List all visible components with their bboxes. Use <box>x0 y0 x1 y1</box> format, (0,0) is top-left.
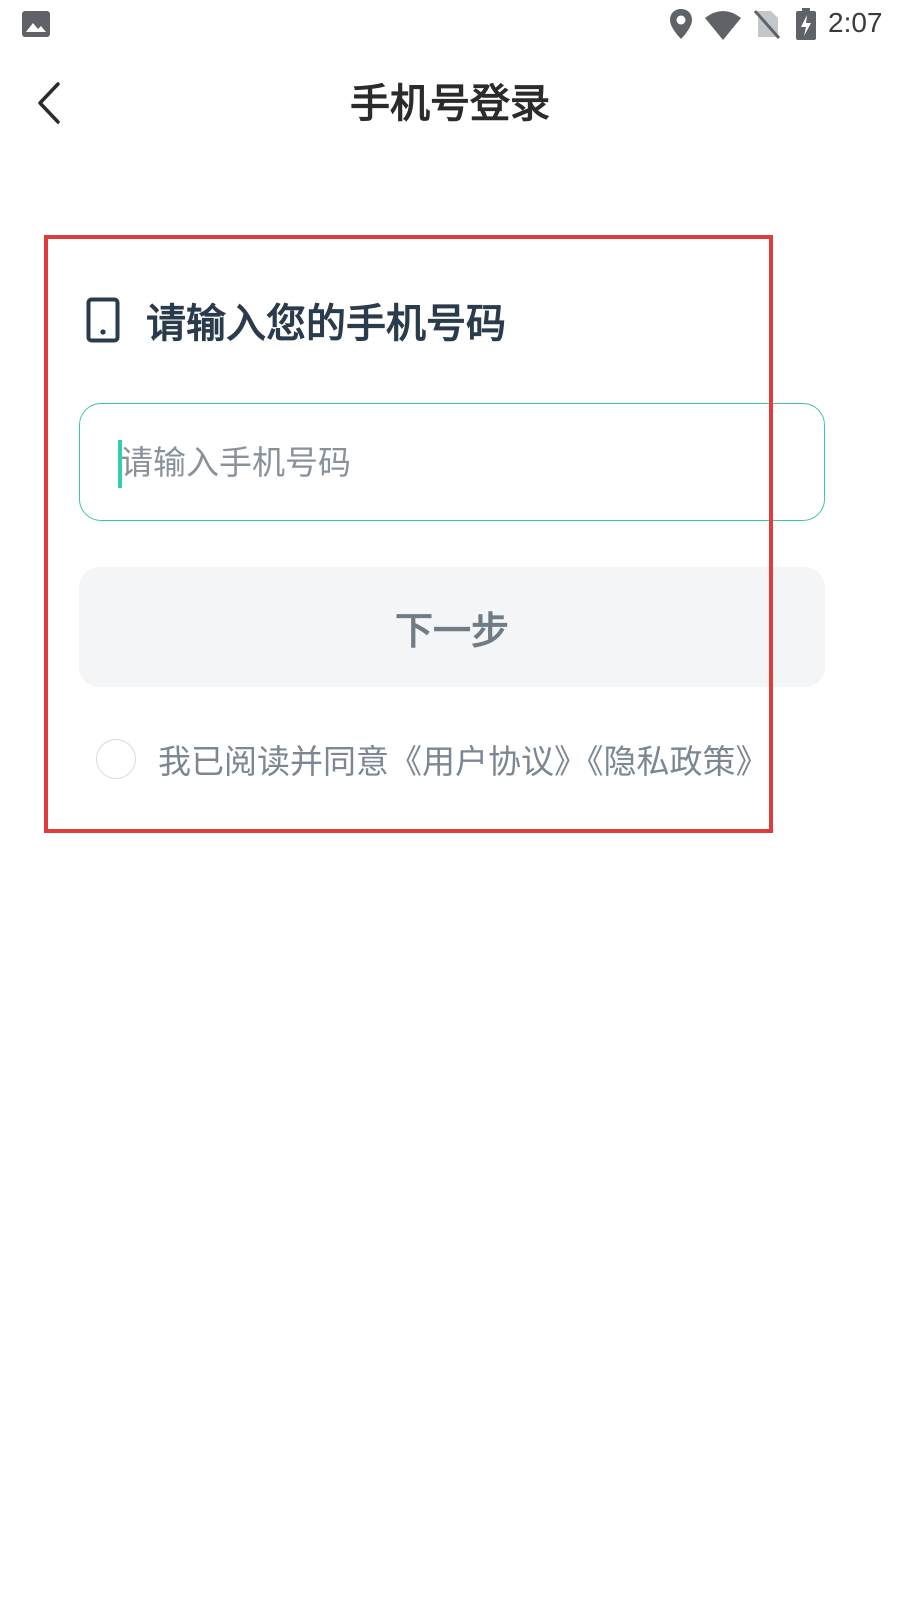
section-header: 请输入您的手机号码 <box>86 292 506 348</box>
agreement-prefix: 我已阅读并同意 <box>158 742 389 781</box>
phone-number-input[interactable]: 请输入手机号码 <box>79 403 825 521</box>
back-button[interactable] <box>30 78 70 128</box>
agreement-row: 我已阅读并同意《用户协议》《隐私政策》 <box>96 736 769 782</box>
agreement-text: 我已阅读并同意《用户协议》《隐私政策》 <box>158 735 769 783</box>
user-agreement-link[interactable]: 《用户协议》 <box>389 742 587 781</box>
location-icon <box>670 9 692 39</box>
status-time: 2:07 <box>828 7 883 38</box>
login-screen: 2:07 手机号登录 请输入您的手机号码 请输入手机号码 下一步 我已阅读并同意… <box>0 0 900 1600</box>
privacy-policy-link[interactable]: 《隐私政策》 <box>587 742 769 781</box>
status-bar: 2:07 <box>0 0 900 48</box>
battery-charging-icon <box>796 8 816 40</box>
page-title: 手机号登录 <box>350 81 550 127</box>
text-caret <box>118 440 122 488</box>
chevron-left-icon <box>38 82 60 124</box>
no-sim-icon <box>754 10 780 39</box>
input-placeholder: 请输入手机号码 <box>120 443 351 482</box>
wifi-icon <box>705 11 741 40</box>
phone-icon <box>86 297 120 343</box>
agreement-checkbox[interactable] <box>96 739 136 779</box>
section-title: 请输入您的手机号码 <box>146 301 506 347</box>
next-button[interactable]: 下一步 <box>79 567 825 687</box>
image-icon <box>22 11 50 37</box>
next-button-label: 下一步 <box>394 608 509 653</box>
